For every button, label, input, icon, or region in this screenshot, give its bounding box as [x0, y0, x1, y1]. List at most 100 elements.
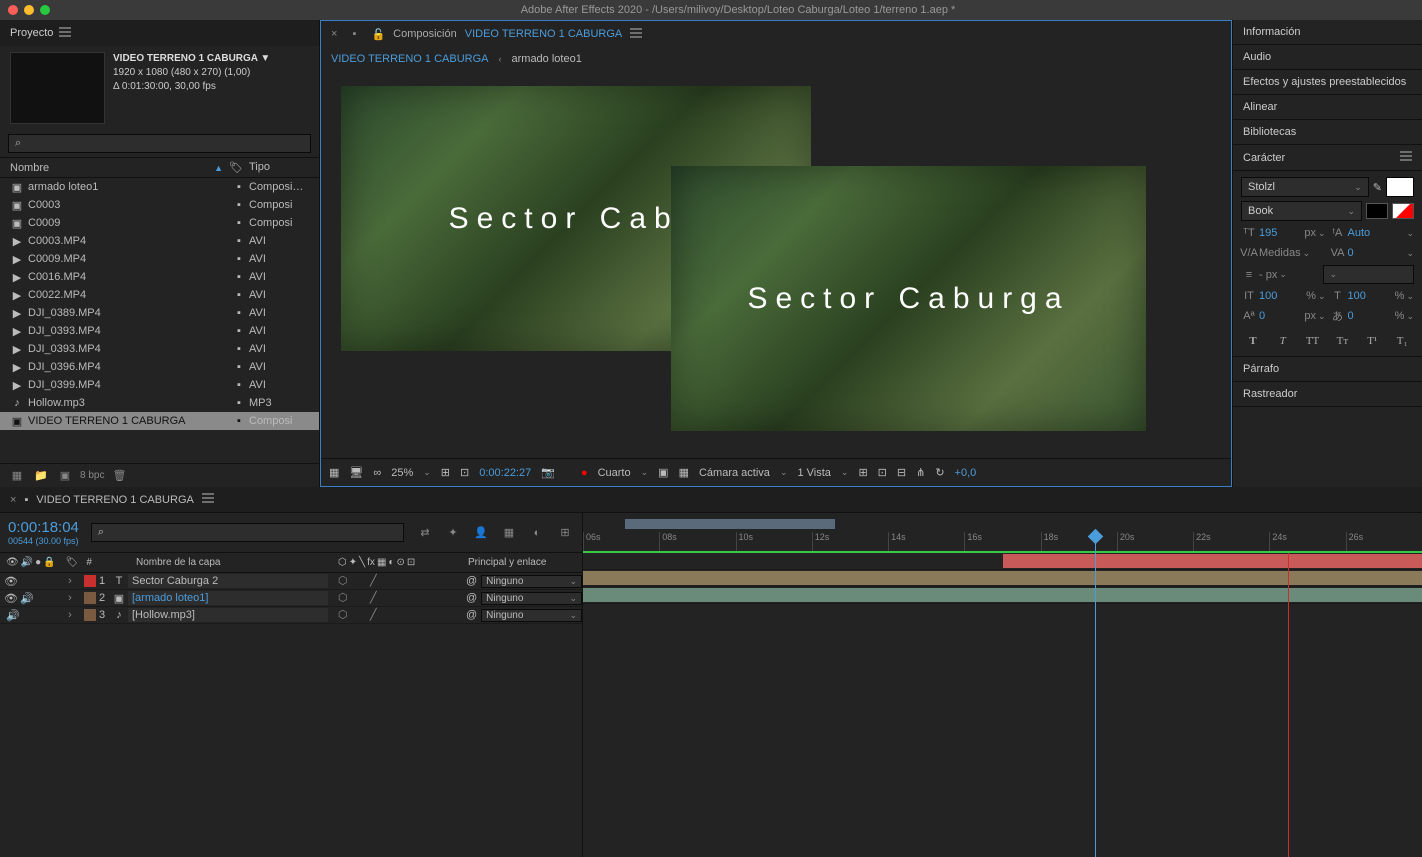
item-label-chip[interactable]: ▪: [229, 181, 249, 193]
item-label-chip[interactable]: ▪: [229, 271, 249, 283]
project-item[interactable]: ▶ C0022.MP4 ▪ AVI: [0, 286, 319, 304]
font-family-select[interactable]: Stolzl⌄: [1241, 177, 1369, 197]
layer-row[interactable]: 🔊 › 3 ♪ [Hollow.mp3] ⬡ ╱ @ Ninguno⌄: [0, 607, 582, 624]
switches-icon-4[interactable]: fx: [367, 557, 375, 568]
layer-row[interactable]: 👁 🔊 › 2 ▣ [armado loteo1] ⬡ ╱ @ Ninguno⌄: [0, 590, 582, 607]
project-item[interactable]: ▶ DJI_0393.MP4 ▪ AVI: [0, 340, 319, 358]
audio-toggle[interactable]: 🔊: [6, 609, 20, 622]
project-panel-header[interactable]: Proyecto: [0, 20, 319, 46]
timeline-menu-icon[interactable]: [202, 493, 214, 506]
camera-chevron-icon[interactable]: ⌄: [780, 467, 788, 478]
switches-icon-7[interactable]: ⊙: [396, 557, 404, 568]
3d-icon[interactable]: ⊡: [878, 466, 887, 479]
camera-select[interactable]: Cámara activa: [699, 467, 770, 479]
time-ruler[interactable]: 06s08s10s12s14s16s18s20s22s24s26s: [583, 513, 1422, 553]
label-col-icon[interactable]: 🏷: [66, 557, 79, 568]
fill-color-swatch[interactable]: [1386, 177, 1414, 197]
zoom-value[interactable]: 25%: [391, 467, 413, 479]
motion-blur-icon[interactable]: ◐: [528, 524, 546, 542]
parent-dropdown[interactable]: Ninguno⌄: [481, 609, 582, 622]
quality-switch[interactable]: ⬡: [338, 608, 352, 622]
project-item[interactable]: ▣ C0003 ▪ Composi: [0, 196, 319, 214]
project-columns[interactable]: Nombre ▲ 🏷 Tipo: [0, 157, 319, 178]
maximize-window[interactable]: [40, 5, 50, 15]
comp-thumbnail[interactable]: [10, 52, 105, 124]
trash-icon[interactable]: 🗑: [110, 467, 128, 485]
time-tick[interactable]: 06s: [583, 532, 659, 552]
expand-layer[interactable]: ›: [60, 575, 80, 587]
track-row-2[interactable]: [583, 570, 1422, 587]
video-toggle[interactable]: 👁: [4, 592, 18, 605]
project-item[interactable]: ▶ DJI_0396.MP4 ▪ AVI: [0, 358, 319, 376]
small-caps-button[interactable]: Tᴛ: [1333, 332, 1351, 350]
stroke-color-swatch[interactable]: [1366, 203, 1388, 219]
resolution-chevron-icon[interactable]: ⌄: [641, 467, 649, 478]
item-label-chip[interactable]: ▪: [229, 343, 249, 355]
project-item[interactable]: ♪ Hollow.mp3 ▪ MP3: [0, 394, 319, 412]
audio-toggle[interactable]: 🔊: [20, 592, 34, 605]
switches-icon-8[interactable]: ⊡: [407, 557, 415, 568]
switches-icon-1[interactable]: ⬡: [338, 557, 347, 568]
color-channel-icon[interactable]: ●: [581, 467, 588, 479]
quality-switch[interactable]: ⬡: [338, 574, 352, 588]
close-tab[interactable]: ×: [331, 28, 337, 40]
layers-list[interactable]: 👁 › 1 T Sector Caburga 2 ⬡ ╱ @ Ninguno⌄ …: [0, 573, 582, 624]
item-label-chip[interactable]: ▪: [229, 235, 249, 247]
time-tick[interactable]: 12s: [812, 532, 888, 552]
video-toggle[interactable]: 👁: [4, 575, 18, 588]
layer-row[interactable]: 👁 › 1 T Sector Caburga 2 ⬡ ╱ @ Ninguno⌄: [0, 573, 582, 590]
pickwhip-icon[interactable]: @: [466, 575, 477, 587]
hscale-control[interactable]: T 100%⌄: [1330, 288, 1415, 304]
switches-icon-5[interactable]: ▦: [377, 557, 386, 568]
kerning-control[interactable]: V/A Medidas⌄: [1241, 245, 1326, 261]
solo-col-icon[interactable]: ●: [35, 557, 41, 568]
resolution-select[interactable]: Cuarto: [598, 467, 631, 479]
frame-blend-icon[interactable]: ▦: [500, 524, 518, 542]
collapse-switch[interactable]: [354, 608, 368, 622]
footage-layer-2[interactable]: Sector Caburga: [671, 166, 1146, 431]
item-label-chip[interactable]: ▪: [229, 415, 249, 427]
faux-italic-button[interactable]: T: [1274, 332, 1292, 350]
clip-armado-loteo[interactable]: [583, 571, 1422, 585]
time-tick[interactable]: 18s: [1041, 532, 1117, 552]
superscript-button[interactable]: T¹: [1363, 332, 1381, 350]
item-label-chip[interactable]: ▪: [229, 199, 249, 211]
expand-layer[interactable]: ›: [60, 609, 80, 621]
time-tick[interactable]: 14s: [888, 532, 964, 552]
item-label-chip[interactable]: ▪: [229, 397, 249, 409]
parent-dropdown[interactable]: Ninguno⌄: [481, 575, 582, 588]
switches-icon-2[interactable]: ✦: [349, 557, 357, 568]
tracker-panel-tab[interactable]: Rastreador: [1233, 382, 1422, 407]
bpc-label[interactable]: 8 bpc: [80, 467, 104, 485]
item-label-chip[interactable]: ▪: [229, 361, 249, 373]
time-tick[interactable]: 22s: [1193, 532, 1269, 552]
item-label-chip[interactable]: ▪: [229, 379, 249, 391]
align-panel-tab[interactable]: Alinear: [1233, 95, 1422, 120]
viewer-timecode[interactable]: 0:00:22:27: [479, 467, 531, 479]
font-weight-select[interactable]: Book⌄: [1241, 201, 1362, 221]
project-item[interactable]: ▶ C0009.MP4 ▪ AVI: [0, 250, 319, 268]
zoom-chevron-icon[interactable]: ⌄: [423, 467, 431, 478]
raster-switch[interactable]: ╱: [370, 591, 384, 605]
timeline-timecode[interactable]: 0:00:18:04: [8, 519, 79, 536]
item-label-chip[interactable]: ▪: [229, 325, 249, 337]
effects-panel-tab[interactable]: Efectos y ajustes preestablecidos: [1233, 70, 1422, 95]
tsume-control[interactable]: あ 0%⌄: [1330, 308, 1415, 324]
views-chevron-icon[interactable]: ⌄: [841, 467, 849, 478]
collapse-switch[interactable]: [354, 574, 368, 588]
layer-color-chip[interactable]: [84, 575, 96, 587]
close-window[interactable]: [8, 5, 18, 15]
shy-icon[interactable]: 👤: [472, 524, 490, 542]
subscript-button[interactable]: T₁: [1393, 332, 1411, 350]
graph-editor-icon[interactable]: ⊞: [556, 524, 574, 542]
leading-control[interactable]: ᵗA Auto⌄: [1330, 225, 1415, 241]
audio-col-icon[interactable]: 🔊: [21, 557, 33, 568]
playhead[interactable]: [1095, 535, 1096, 857]
all-caps-button[interactable]: TT: [1304, 332, 1322, 350]
lock-icon[interactable]: 🔓: [371, 28, 385, 41]
libraries-panel-tab[interactable]: Bibliotecas: [1233, 120, 1422, 145]
composition-viewer[interactable]: Sector Cabu Sector Caburga: [321, 71, 1231, 458]
time-tick[interactable]: 24s: [1269, 532, 1345, 552]
expand-layer[interactable]: ›: [60, 592, 80, 604]
stroke-width-control[interactable]: ≡ - px⌄: [1241, 267, 1319, 283]
